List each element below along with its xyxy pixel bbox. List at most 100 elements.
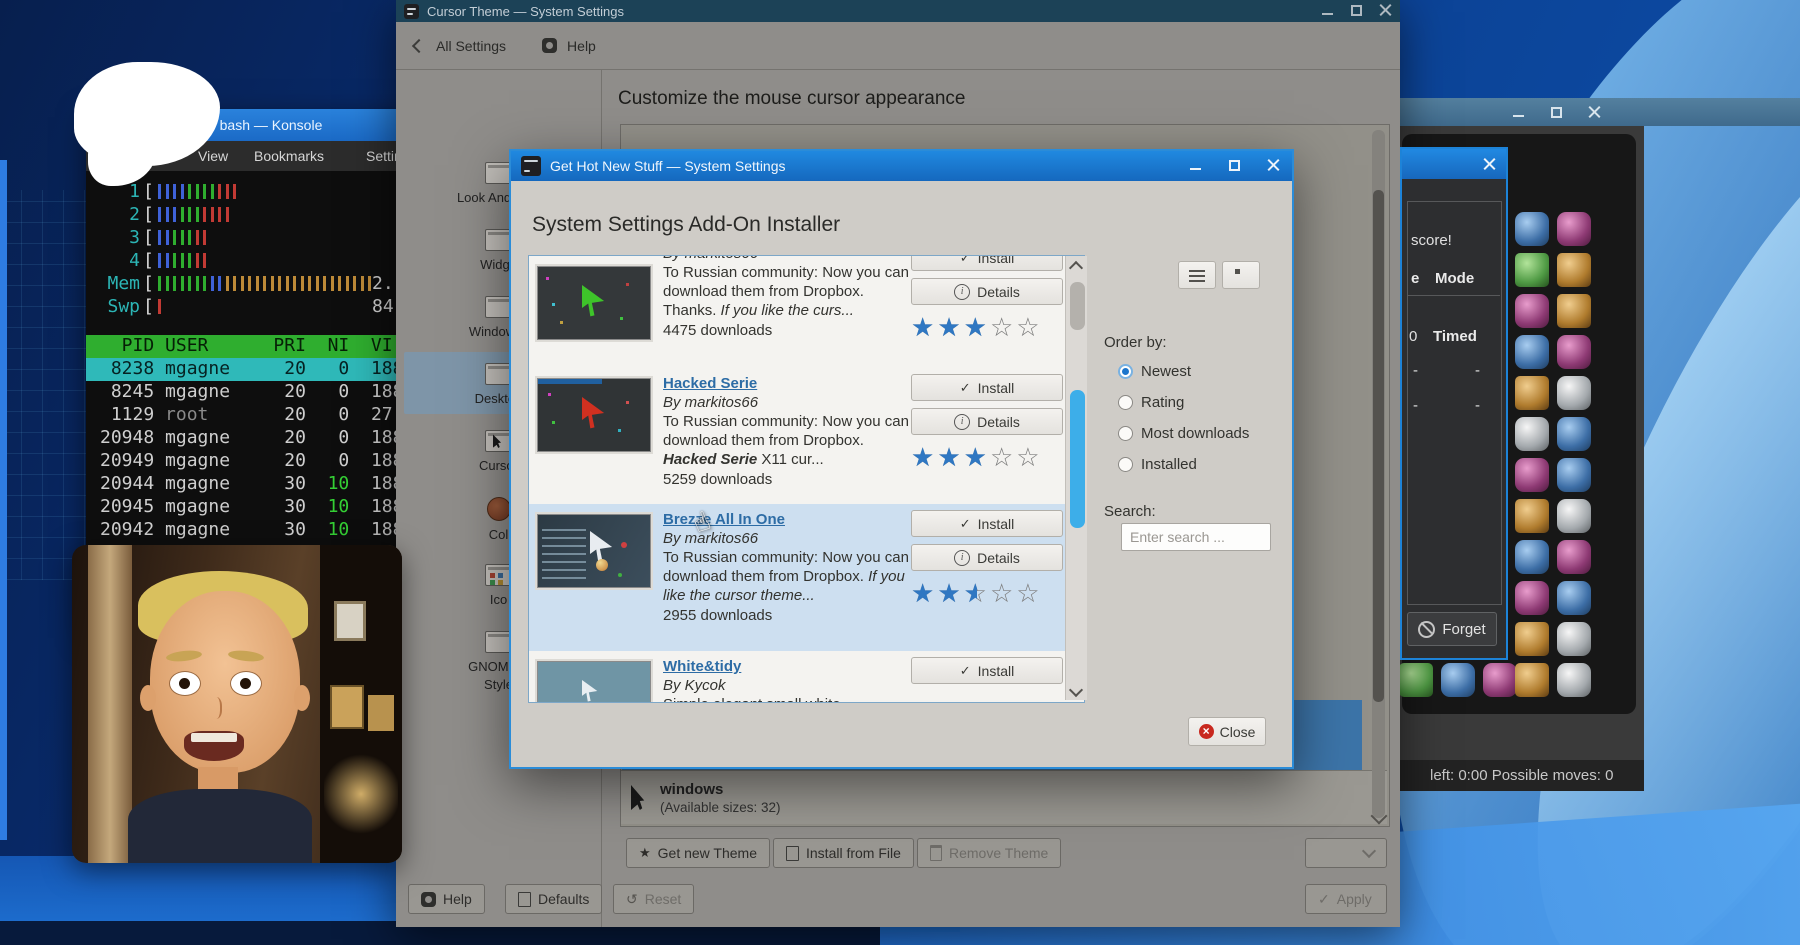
reset-button[interactable]: ↺ Reset [613, 884, 694, 914]
gem-silver[interactable] [1515, 417, 1549, 451]
colors-icon [487, 497, 511, 521]
gem-orange[interactable] [1515, 663, 1549, 697]
gem-orange[interactable] [1515, 622, 1549, 656]
close-icon[interactable] [1588, 106, 1601, 119]
details-button[interactable]: iDetails [911, 278, 1063, 305]
gem-blue[interactable] [1515, 335, 1549, 369]
gem-silver[interactable] [1557, 376, 1591, 410]
help-button[interactable]: Help [408, 884, 485, 914]
back-chevron-icon [412, 38, 426, 52]
konsole-title: bash — Konsole [220, 117, 323, 133]
apply-button[interactable]: ✓ Apply [1305, 884, 1387, 914]
get-new-theme-button[interactable]: ★ Get new Theme [626, 838, 770, 868]
addon-name-link[interactable]: Hacked Serie [663, 374, 911, 393]
highscore-empty-cell: - [1413, 362, 1418, 379]
scrollbar-thumb[interactable] [1373, 190, 1384, 702]
person-teeth [191, 733, 237, 742]
install-button[interactable]: ✓Install [911, 657, 1063, 684]
gem-orange[interactable] [1515, 499, 1549, 533]
addon-entry[interactable]: White&tidyBy KycokSimple elegant small w… [529, 651, 1084, 703]
highscore-titlebar[interactable] [1402, 149, 1506, 179]
orderby-option-installed[interactable]: Installed [1118, 456, 1197, 473]
gem-purple[interactable] [1515, 458, 1549, 492]
star-icon: ☆★ [911, 578, 937, 609]
info-icon: i [954, 284, 970, 300]
gem-purple[interactable] [1557, 335, 1591, 369]
gem-purple[interactable] [1515, 581, 1549, 615]
minimize-icon[interactable] [1189, 159, 1202, 172]
gem-blue[interactable] [1515, 540, 1549, 574]
gem-green[interactable] [1400, 663, 1433, 697]
gem-silver[interactable] [1557, 499, 1591, 533]
view-grid-button[interactable] [1222, 261, 1260, 289]
theme-size-dropdown[interactable] [1305, 838, 1387, 868]
forget-button[interactable]: Forget [1407, 612, 1497, 646]
gem-silver[interactable] [1557, 663, 1591, 697]
addon-downloads: 5259 downloads [663, 470, 911, 489]
gem-blue[interactable] [1441, 663, 1475, 697]
orderby-option-newest[interactable]: Newest [1118, 363, 1191, 380]
star-icon: ☆★ [990, 442, 1016, 473]
addon-name-link[interactable]: White&tidy [663, 657, 911, 676]
gem-purple[interactable] [1557, 212, 1591, 246]
minimize-icon[interactable] [1321, 4, 1334, 17]
details-button[interactable]: iDetails [911, 544, 1063, 571]
minimize-icon[interactable] [1512, 106, 1525, 119]
gem-orange[interactable] [1557, 294, 1591, 328]
gem-blue[interactable] [1557, 458, 1591, 492]
orderby-option-most-downloads[interactable]: Most downloads [1118, 425, 1249, 442]
game-titlebar[interactable] [1400, 98, 1800, 126]
highscore-mode-value: Timed [1433, 328, 1477, 345]
toolbar-help-button[interactable]: Help [567, 38, 596, 54]
view-list-button[interactable] [1178, 261, 1216, 289]
install-button[interactable]: ✓Install [911, 374, 1063, 401]
details-button[interactable]: iDetails [911, 408, 1063, 435]
remove-theme-button[interactable]: Remove Theme [917, 838, 1061, 868]
menu-bookmarks[interactable]: Bookmarks [254, 148, 324, 164]
gem-purple[interactable] [1483, 663, 1517, 697]
info-icon: i [954, 414, 970, 430]
search-input[interactable] [1121, 523, 1271, 551]
ghns-titlebar[interactable]: Get Hot New Stuff — System Settings [511, 151, 1292, 181]
ghns-list[interactable]: By markitos66To Russian community: Now y… [528, 255, 1085, 703]
scrollbar-thumb[interactable] [1070, 390, 1085, 528]
addon-entry[interactable]: By markitos66To Russian community: Now y… [529, 255, 1084, 368]
highscore-panel [1407, 201, 1502, 605]
person-eye [169, 671, 201, 696]
gem-orange[interactable] [1515, 376, 1549, 410]
close-icon[interactable] [1379, 4, 1392, 17]
settings-titlebar[interactable]: Cursor Theme — System Settings [396, 0, 1400, 22]
wallpaper-edge-strip [0, 160, 7, 840]
info-icon: i [954, 550, 970, 566]
maximize-icon[interactable] [1350, 4, 1363, 17]
orderby-option-rating[interactable]: Rating [1118, 394, 1184, 411]
defaults-button[interactable]: Defaults [505, 884, 602, 914]
close-icon[interactable] [1267, 159, 1280, 172]
install-from-file-button[interactable]: Install from File [773, 838, 914, 868]
star-icon: ☆★ [1016, 442, 1042, 473]
addon-entry[interactable]: Hacked SerieBy markitos66To Russian comm… [529, 368, 1084, 504]
close-icon[interactable] [1483, 158, 1496, 171]
help-icon [421, 892, 436, 907]
install-button[interactable]: ✓Install [911, 255, 1063, 271]
gem-silver[interactable] [1557, 622, 1591, 656]
all-settings-button[interactable]: All Settings [436, 38, 506, 54]
close-button[interactable]: × Close [1188, 717, 1266, 746]
menu-view[interactable]: View [198, 148, 228, 164]
rating-stars: ☆★☆★☆★☆★☆★ [911, 312, 1063, 342]
gem-purple[interactable] [1515, 294, 1549, 328]
theme-row-windows[interactable]: windows (Available sizes: 32) [621, 770, 1387, 824]
list-scrollbar[interactable] [1067, 255, 1088, 701]
check-icon: ✓ [960, 380, 971, 396]
addon-entry[interactable]: Brezze All In OneBy markitos66To Russian… [529, 504, 1084, 651]
star-icon: ☆★ [911, 442, 937, 473]
gem-blue[interactable] [1515, 212, 1549, 246]
gem-blue[interactable] [1557, 417, 1591, 451]
gem-orange[interactable] [1557, 253, 1591, 287]
maximize-icon[interactable] [1228, 159, 1241, 172]
gem-purple[interactable] [1557, 540, 1591, 574]
gem-green[interactable] [1515, 253, 1549, 287]
install-button[interactable]: ✓Install [911, 510, 1063, 537]
gem-blue[interactable] [1557, 581, 1591, 615]
maximize-icon[interactable] [1550, 106, 1563, 119]
